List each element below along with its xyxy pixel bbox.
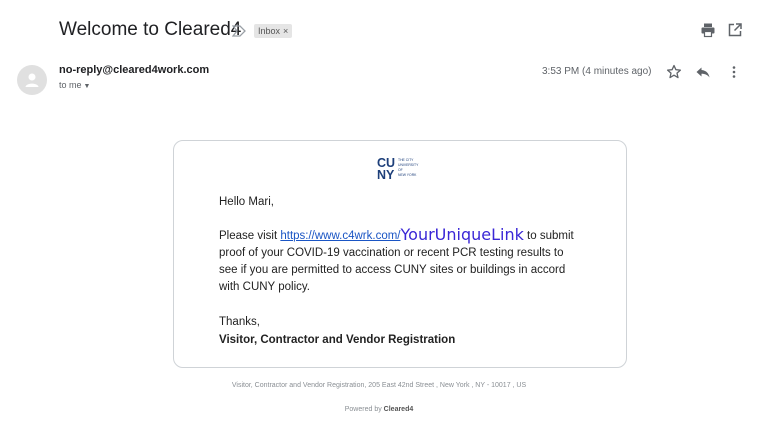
recipient-details[interactable]: to me ▼ xyxy=(59,80,90,90)
cuny-logo: CU NY THE CITY UNIVERSITY OF NEW YORK xyxy=(377,156,419,181)
star-icon[interactable] xyxy=(666,64,682,80)
open-in-new-window-icon[interactable] xyxy=(727,22,743,38)
svg-text:UNIVERSITY: UNIVERSITY xyxy=(398,163,419,167)
remove-label-icon[interactable]: × xyxy=(283,26,288,36)
submission-link[interactable]: https://www.c4wrk.com/ xyxy=(280,230,400,242)
avatar-person-icon xyxy=(25,73,39,87)
message-line-4: with CUNY policy. xyxy=(219,281,310,293)
inbox-label-chip: Inbox × xyxy=(254,24,293,38)
line1-suffix: to submit xyxy=(523,230,574,242)
unique-link-placeholder: YourUniqueLink xyxy=(400,225,524,244)
message-paragraph: Please visit https://www.c4wrk.com/YourU… xyxy=(219,226,574,296)
line1-prefix: Please visit xyxy=(219,230,281,242)
print-icon[interactable] xyxy=(700,22,716,38)
recipient-text: to me xyxy=(59,80,82,90)
svg-text:NY: NY xyxy=(377,168,395,181)
important-marker-icon[interactable] xyxy=(232,25,246,37)
email-subject: Welcome to Cleared4 xyxy=(59,19,242,40)
svg-text:THE CITY: THE CITY xyxy=(398,158,414,162)
chevron-down-icon[interactable]: ▼ xyxy=(84,83,91,90)
signature-text: Visitor, Contractor and Vendor Registrat… xyxy=(219,334,456,346)
footer-powered-by: Powered by Cleared4 xyxy=(0,406,758,413)
closing-text: Thanks, xyxy=(219,316,260,328)
more-vertical-icon[interactable] xyxy=(726,64,742,80)
message-line-3: see if you are permitted to access CUNY … xyxy=(219,264,566,276)
email-timestamp: 3:53 PM (4 minutes ago) xyxy=(542,66,652,77)
footer-address: Visitor, Contractor and Vendor Registrat… xyxy=(231,382,527,389)
greeting-text: Hello Mari, xyxy=(219,196,274,208)
avatar[interactable] xyxy=(17,65,47,95)
sender-email[interactable]: no-reply@cleared4work.com xyxy=(59,64,209,76)
message-line-1: Please visit https://www.c4wrk.com/YourU… xyxy=(219,226,574,245)
reply-icon[interactable] xyxy=(695,64,711,80)
svg-text:OF: OF xyxy=(398,168,403,172)
inbox-label-text: Inbox xyxy=(258,26,281,36)
svg-text:NEW YORK: NEW YORK xyxy=(398,173,417,177)
message-line-2: proof of your COVID-19 vaccination or re… xyxy=(219,247,564,259)
powered-by-prefix: Powered by xyxy=(344,406,384,413)
powered-by-brand: Cleared4 xyxy=(383,406,414,413)
